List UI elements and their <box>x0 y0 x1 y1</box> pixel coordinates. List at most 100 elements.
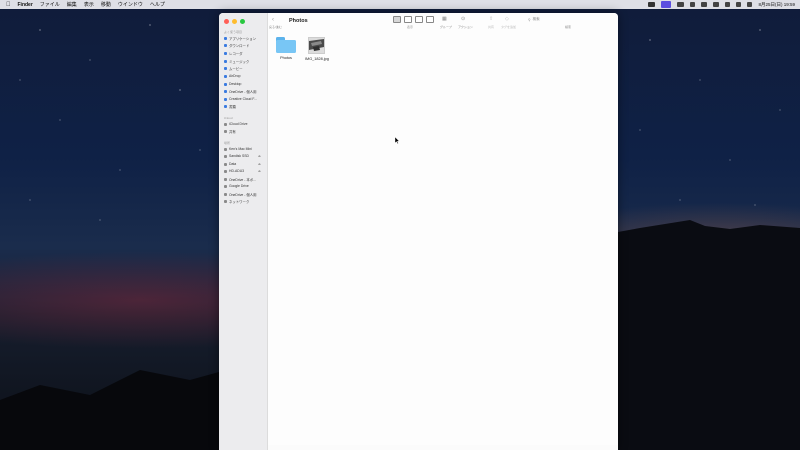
sidebar-item-recorder[interactable]: レコーダ <box>224 51 243 56</box>
sidebar-item-icloud-drive[interactable]: iCloud Drive <box>224 122 247 126</box>
tag-icon[interactable]: ◇ <box>505 16 509 22</box>
share-label: 共有 <box>488 25 495 29</box>
path-bar <box>268 445 618 450</box>
eject-icon[interactable]: ⏏ <box>258 154 261 158</box>
cloud-icon <box>224 178 227 181</box>
list-view-icon[interactable] <box>404 16 412 23</box>
file-name: IMG_1828.jpg <box>305 57 329 61</box>
finder-sidebar: よく使う項目 アプリケーション ダウンロード レコーダ ミュージック ムービー … <box>219 13 268 450</box>
search-icon: ⚲ <box>528 17 531 22</box>
search-label: 検索 <box>565 25 572 29</box>
share-icon[interactable]: ⇧ <box>489 16 493 22</box>
image-thumbnail-icon <box>308 37 326 54</box>
menu-clock[interactable]: 8月25日(日) 19:59 <box>758 2 795 8</box>
icon-view-icon[interactable] <box>393 16 401 23</box>
sidebar-item-airdrop[interactable]: AirDrop <box>224 74 241 78</box>
computer-icon <box>224 147 227 151</box>
sidebar-section-icloud: iCloud <box>224 116 233 120</box>
bluetooth-icon[interactable] <box>701 2 708 7</box>
sidebar-item-applications[interactable]: アプリケーション <box>224 36 256 41</box>
cloud-icon <box>224 90 227 93</box>
google-drive-icon <box>224 184 227 188</box>
menu-go[interactable]: 移動 <box>101 1 111 8</box>
search-placeholder: 検索 <box>532 17 540 21</box>
back-icon[interactable]: ‹ <box>272 17 274 23</box>
app-menu-finder[interactable]: Finder <box>18 2 33 8</box>
sidebar-item-hd-adu3[interactable]: HD-ADU3 ⏏ <box>224 169 261 173</box>
tag-label: タグを追加 <box>501 25 517 29</box>
sidebar-item-onedrive-personal-2[interactable]: OneDrive - 個人用 <box>224 192 257 197</box>
file-item-photos-folder[interactable]: Photos <box>276 37 296 60</box>
view-mode-group <box>393 16 434 23</box>
cloud-icon <box>224 193 227 196</box>
action-label: アクション <box>458 25 473 29</box>
shared-icon <box>224 130 227 133</box>
close-window-button[interactable] <box>224 19 229 24</box>
icloud-icon <box>224 122 227 126</box>
window-controls <box>224 19 245 24</box>
sidebar-item-shared[interactable]: 共有 <box>224 129 236 134</box>
menu-bar:  Finder ファイル 編集 表示 移動 ウインドウ ヘルプ 8月25日(日… <box>0 0 800 9</box>
download-icon <box>224 44 227 47</box>
music-icon <box>224 60 227 63</box>
sidebar-item-sandisk-ssd[interactable]: Sandisk SSD ⏏ <box>224 154 261 158</box>
view-label: 表示 <box>407 25 414 29</box>
network-icon <box>224 200 227 203</box>
eject-icon[interactable]: ⏏ <box>258 162 261 166</box>
nav-label: 戻る/進む <box>269 25 282 29</box>
sidebar-section-locations: 場所 <box>224 141 231 145</box>
sidebar-section-favorites: よく使う項目 <box>224 30 243 34</box>
sidebar-item-downloads[interactable]: ダウンロード <box>224 43 249 48</box>
file-name: Photos <box>280 56 292 60</box>
sidebar-item-mac-mini[interactable]: Ken's Mac Mini <box>224 147 252 151</box>
sidebar-item-data[interactable]: Data ⏏ <box>224 162 261 166</box>
apple-menu-icon[interactable]:  <box>6 2 11 8</box>
document-icon <box>224 105 227 108</box>
sidebar-item-onedrive-business[interactable]: OneDrive - 本ボ... <box>224 177 256 182</box>
eject-icon[interactable]: ⏏ <box>258 169 261 173</box>
wifi-icon[interactable] <box>725 2 731 7</box>
mouse-cursor-icon <box>395 137 400 144</box>
airdrop-icon <box>224 74 227 78</box>
sidebar-item-google-drive[interactable]: Google Drive <box>224 184 249 188</box>
group-label: グループ <box>440 25 452 29</box>
sidebar-item-desktop[interactable]: Desktop <box>224 82 241 86</box>
finder-window: よく使う項目 アプリケーション ダウンロード レコーダ ミュージック ムービー … <box>219 13 618 450</box>
column-view-icon[interactable] <box>415 16 423 23</box>
recorder-icon <box>224 52 227 55</box>
control-center-icon[interactable] <box>736 2 742 7</box>
folder-icon <box>276 37 296 53</box>
search-field[interactable]: ⚲ 検索 <box>528 17 540 22</box>
creative-cloud-icon <box>224 97 227 101</box>
sidebar-item-movies[interactable]: ムービー <box>224 66 243 71</box>
drive-icon <box>224 154 227 158</box>
link-status-icon[interactable] <box>690 2 696 7</box>
window-title: Photos <box>289 18 308 24</box>
sidebar-item-onedrive-personal[interactable]: OneDrive - 個人用 <box>224 89 257 94</box>
screen-share-status-icon[interactable] <box>661 1 672 8</box>
action-icon[interactable]: ⊙ <box>461 16 465 22</box>
apps-icon <box>224 37 227 40</box>
desktop-icon <box>224 82 227 86</box>
movie-icon <box>224 67 227 70</box>
menu-file[interactable]: ファイル <box>40 1 60 8</box>
display-status-icon[interactable] <box>677 2 685 7</box>
user-status-icon[interactable] <box>648 2 656 7</box>
sidebar-item-music[interactable]: ミュージック <box>224 59 249 64</box>
menu-help[interactable]: ヘルプ <box>150 1 165 8</box>
menu-window[interactable]: ウインドウ <box>118 1 143 8</box>
spotlight-icon[interactable] <box>747 2 753 7</box>
minimize-window-button[interactable] <box>232 19 237 24</box>
drive-icon <box>224 162 227 166</box>
file-item-img-1828[interactable]: IMG_1828.jpg <box>305 37 329 61</box>
zoom-window-button[interactable] <box>240 19 245 24</box>
sidebar-item-creative-cloud[interactable]: Creative Cloud F... <box>224 97 257 101</box>
drive-icon <box>224 169 227 173</box>
menu-edit[interactable]: 編集 <box>67 1 77 8</box>
group-icon[interactable]: ▦ <box>442 16 447 22</box>
volume-icon[interactable] <box>713 2 720 7</box>
sidebar-item-documents[interactable]: 書類 <box>224 104 236 109</box>
menu-view[interactable]: 表示 <box>84 1 94 8</box>
gallery-view-icon[interactable] <box>426 16 434 23</box>
sidebar-item-network[interactable]: ネットワーク <box>224 199 249 204</box>
